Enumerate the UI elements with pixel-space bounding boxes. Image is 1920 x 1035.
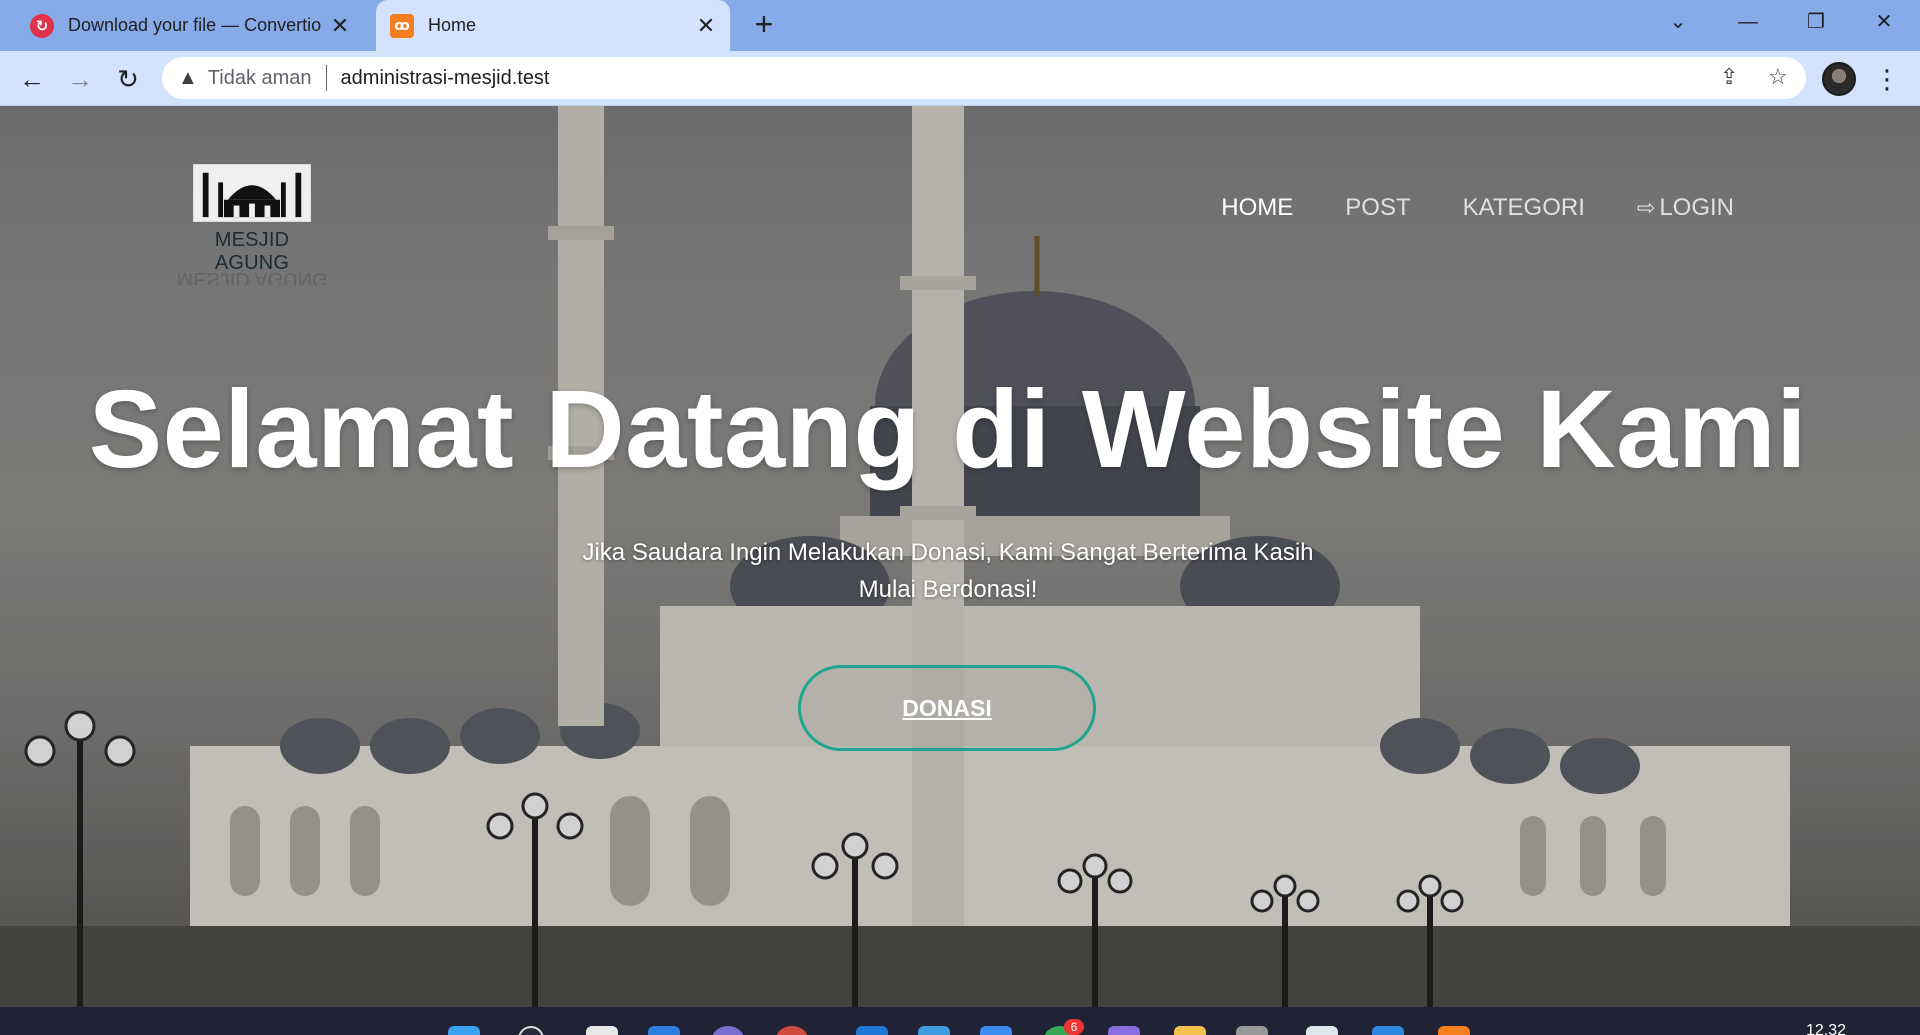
divider <box>325 65 327 91</box>
nav-login-label: LOGIN <box>1659 194 1734 221</box>
hero-title: Selamat Datang di Website Kami <box>88 368 1808 491</box>
tab-convertio[interactable]: ↻ Download your file — Convertio ✕ <box>14 0 364 51</box>
forward-icon[interactable]: → <box>64 63 96 95</box>
window-close-icon[interactable]: ✕ <box>1864 8 1904 36</box>
minimize-icon[interactable]: — <box>1728 8 1768 36</box>
start-icon[interactable] <box>448 1026 480 1035</box>
app-icon-2[interactable] <box>1236 1026 1268 1035</box>
nav-post[interactable]: POST <box>1345 194 1410 222</box>
site-logo[interactable]: MESJID AGUNG MESJID AGUNG <box>176 164 328 285</box>
warning-icon[interactable]: ▲ <box>178 67 198 90</box>
search-icon[interactable] <box>518 1026 544 1035</box>
clock[interactable]: 12.32 <box>1806 1022 1846 1035</box>
profile-avatar[interactable] <box>1822 62 1856 96</box>
app-icon[interactable] <box>776 1026 808 1035</box>
browser-toolbar: ← → ↻ ▲ Tidak aman administrasi-mesjid.t… <box>0 51 1920 106</box>
chat-icon[interactable] <box>980 1026 1012 1035</box>
vscode-icon[interactable] <box>856 1026 888 1035</box>
main-nav: HOME POST KATEGORI ⇨ LOGIN <box>1221 194 1734 222</box>
hero-section: MESJID AGUNG MESJID AGUNG HOME POST KATE… <box>0 106 1920 1007</box>
widgets-icon[interactable] <box>648 1026 680 1035</box>
nav-kategori[interactable]: KATEGORI <box>1463 194 1585 222</box>
convertio-icon: ↻ <box>30 13 54 38</box>
address-bar[interactable]: ▲ Tidak aman administrasi-mesjid.test ⇪ … <box>162 57 1806 99</box>
notification-badge: 6 <box>1064 1019 1084 1035</box>
browser-tab-strip: ↻ Download your file — Convertio ✕ ꝏ Hom… <box>0 0 1920 51</box>
new-tab-button[interactable]: + <box>748 8 780 40</box>
task-view-icon[interactable] <box>586 1026 618 1035</box>
app-icon-3[interactable] <box>1372 1026 1404 1035</box>
nav-login[interactable]: ⇨ LOGIN <box>1637 194 1734 222</box>
back-icon[interactable]: ← <box>16 63 48 95</box>
bookmark-star-icon[interactable]: ☆ <box>1768 64 1788 90</box>
os-taskbar: 6 12.32 <box>0 1007 1920 1035</box>
url-text[interactable]: administrasi-mesjid.test <box>341 67 550 90</box>
tab-home[interactable]: ꝏ Home ✕ <box>376 0 730 51</box>
tab-search-icon[interactable]: ⌄ <box>1658 8 1698 36</box>
folder-icon[interactable] <box>1174 1026 1206 1035</box>
tab-title: Download your file — Convertio <box>68 15 322 35</box>
mail-icon[interactable] <box>918 1026 950 1035</box>
hero-subtitle-line-2: Mulai Berdonasi! <box>858 576 1038 603</box>
donasi-button[interactable]: DONASI <box>798 665 1096 751</box>
close-icon[interactable]: ✕ <box>692 12 720 40</box>
shield-icon[interactable] <box>1306 1026 1338 1035</box>
menu-kebab-icon[interactable]: ⋮ <box>1874 63 1900 95</box>
visual-studio-icon[interactable] <box>1108 1026 1140 1035</box>
xampp-icon: ꝏ <box>390 13 414 38</box>
tab-title: Home <box>428 15 477 35</box>
logo-text: MESJID AGUNG <box>214 229 290 274</box>
hero-subtitle-line-1: Jika Saudara Ingin Melakukan Donasi, Kam… <box>582 539 1314 566</box>
reload-icon[interactable]: ↻ <box>112 63 144 95</box>
security-label[interactable]: Tidak aman <box>208 67 312 90</box>
teams-icon[interactable] <box>712 1026 744 1035</box>
logo-reflection: MESJID AGUNG <box>176 273 328 285</box>
restore-icon[interactable]: ❐ <box>1796 8 1836 36</box>
nav-home[interactable]: HOME <box>1221 194 1293 222</box>
login-icon: ⇨ <box>1636 195 1656 220</box>
share-icon[interactable]: ⇪ <box>1720 64 1738 90</box>
mosque-logo-icon <box>193 164 311 222</box>
hero-subtitle: Jika Saudara Ingin Melakukan Donasi, Kam… <box>0 534 1896 608</box>
close-icon[interactable]: ✕ <box>326 12 354 40</box>
xampp-icon[interactable] <box>1438 1026 1470 1035</box>
